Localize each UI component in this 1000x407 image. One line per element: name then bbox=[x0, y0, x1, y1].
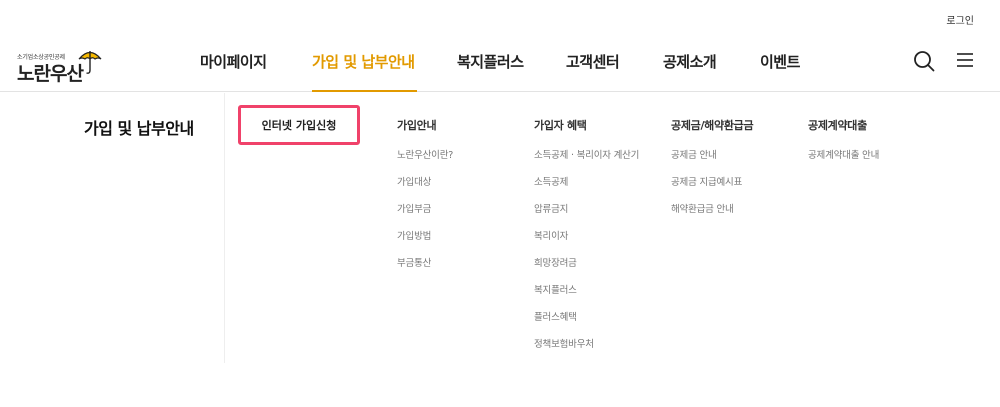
nav-item-welfare-plus[interactable]: 복지플러스 bbox=[457, 51, 524, 72]
header: 소기업소상공인공제 노란우산 마이페이지 가입 및 납부안내 복지플러스 고객센… bbox=[0, 36, 1000, 92]
mega-menu-divider bbox=[224, 93, 225, 363]
hamburger-menu-icon[interactable] bbox=[956, 52, 974, 68]
mega-menu-title: 가입 및 납부안내 bbox=[84, 119, 194, 138]
menu-link[interactable]: 노란우산이란? bbox=[397, 147, 453, 174]
menu-link[interactable]: 공제금 안내 bbox=[671, 147, 753, 174]
menu-column-contract-loan: 공제계약대출 공제계약대출 안내 bbox=[808, 117, 879, 174]
menu-link[interactable]: 복리이자 bbox=[534, 228, 639, 255]
column-heading[interactable]: 공제계약대출 bbox=[808, 117, 879, 133]
top-utility-bar: 로그인 bbox=[0, 0, 1000, 36]
nav-item-about[interactable]: 공제소개 bbox=[663, 51, 717, 72]
nav-item-join-payment[interactable]: 가입 및 납부안내 bbox=[312, 51, 415, 72]
menu-link[interactable]: 공제계약대출 안내 bbox=[808, 147, 879, 174]
menu-link[interactable]: 플러스혜택 bbox=[534, 309, 639, 336]
nav-item-event[interactable]: 이벤트 bbox=[760, 51, 800, 72]
menu-link[interactable]: 복지플러스 bbox=[534, 282, 639, 309]
menu-link[interactable]: 정책보험바우처 bbox=[534, 336, 639, 363]
login-link[interactable]: 로그인 bbox=[946, 12, 974, 27]
nav-item-mypage[interactable]: 마이페이지 bbox=[200, 51, 267, 72]
search-icon[interactable] bbox=[913, 50, 935, 72]
logo[interactable]: 소기업소상공인공제 노란우산 bbox=[17, 46, 107, 86]
menu-link[interactable]: 소득공제 bbox=[534, 174, 639, 201]
column-heading[interactable]: 공제금/해약환급금 bbox=[671, 117, 754, 133]
column-heading[interactable]: 가입자 혜택 bbox=[534, 117, 639, 133]
menu-column-join-guide: 가입안내 노란우산이란? 가입대상 가입부금 가입방법 부금통산 bbox=[397, 117, 453, 282]
internet-apply-button[interactable]: 인터넷 가입신청 bbox=[238, 105, 360, 145]
logo-text: 노란우산 bbox=[17, 63, 84, 85]
menu-column-member-benefits: 가입자 혜택 소득공제 · 복리이자 계산기 소득공제 압류금지 복리이자 희망… bbox=[534, 117, 639, 363]
mega-menu: 가입 및 납부안내 인터넷 가입신청 가입안내 노란우산이란? 가입대상 가입부… bbox=[0, 93, 1000, 407]
menu-link[interactable]: 압류금지 bbox=[534, 201, 639, 228]
active-nav-underline bbox=[312, 90, 417, 92]
menu-link[interactable]: 가입방법 bbox=[397, 228, 453, 255]
menu-link[interactable]: 부금통산 bbox=[397, 255, 453, 282]
menu-link[interactable]: 가입부금 bbox=[397, 201, 453, 228]
column-heading[interactable]: 가입안내 bbox=[397, 117, 453, 133]
menu-link[interactable]: 소득공제 · 복리이자 계산기 bbox=[534, 147, 639, 174]
menu-link[interactable]: 가입대상 bbox=[397, 174, 453, 201]
menu-link[interactable]: 해약환급금 안내 bbox=[671, 201, 753, 228]
nav-item-customer-center[interactable]: 고객센터 bbox=[566, 51, 620, 72]
menu-column-payout-refund: 공제금/해약환급금 공제금 안내 공제금 지급예시표 해약환급금 안내 bbox=[671, 117, 754, 228]
umbrella-icon bbox=[78, 51, 102, 74]
menu-link[interactable]: 공제금 지급예시표 bbox=[671, 174, 753, 201]
menu-link[interactable]: 희망장려금 bbox=[534, 255, 639, 282]
